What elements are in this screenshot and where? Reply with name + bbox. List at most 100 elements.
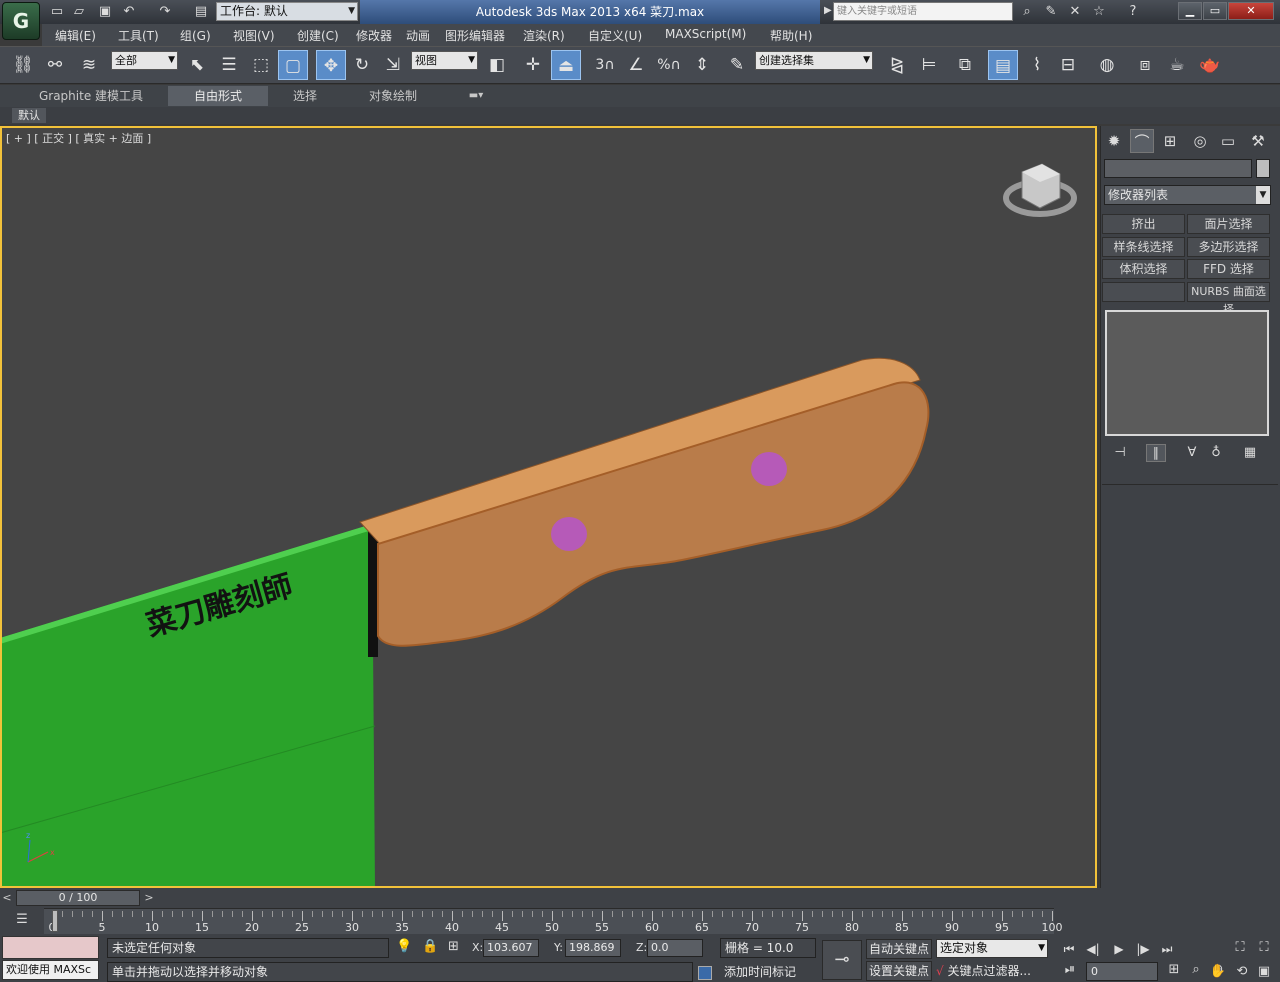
tab-graphite[interactable]: Graphite 建模工具 <box>28 86 154 106</box>
zoom-extents-icon[interactable]: ⛶ <box>1230 938 1250 958</box>
workspace-dropdown[interactable]: 工作台: 默认 ▼ <box>216 2 358 21</box>
object-color-swatch[interactable] <box>1256 159 1270 178</box>
rectangular-selection-icon[interactable]: ⬚ <box>246 50 276 80</box>
manipulate-icon[interactable]: ✛ <box>518 50 548 80</box>
zoom-icon[interactable]: ⌕ <box>1186 960 1206 980</box>
material-editor-icon[interactable]: ◍ <box>1092 50 1122 80</box>
go-to-start-icon[interactable]: ⏮ <box>1060 940 1078 958</box>
remove-modifier-icon[interactable]: ♁ <box>1206 444 1226 462</box>
display-icon[interactable]: ▭ <box>1216 129 1240 153</box>
configure-modifier-sets-icon[interactable]: ▦ <box>1240 444 1260 462</box>
previous-frame-icon[interactable]: ◀| <box>1084 940 1102 958</box>
vol-select-button[interactable]: 体积选择 <box>1102 259 1185 279</box>
nurbs-select-button[interactable]: NURBS 曲面选择 <box>1187 282 1270 316</box>
graphite-toggle-icon[interactable]: ▤ <box>988 50 1018 80</box>
rendered-frame-window-icon[interactable]: ☕ <box>1162 50 1192 80</box>
undo-icon[interactable]: ↶ <box>120 3 138 21</box>
menu-animation[interactable]: 动画 <box>406 27 430 44</box>
menu-help[interactable]: 帮助(H) <box>770 27 812 44</box>
key-icon[interactable]: ⊸ <box>822 940 862 980</box>
auto-key-button[interactable]: 自动关键点 <box>866 939 932 959</box>
modifier-stack[interactable] <box>1105 310 1269 436</box>
extrude-button[interactable]: 挤出 <box>1102 214 1185 234</box>
make-unique-icon[interactable]: ∀ <box>1182 444 1202 462</box>
maximize-viewport-icon[interactable]: ▣ <box>1254 962 1274 982</box>
x-coord-field[interactable]: 103.607 <box>483 939 539 957</box>
pin-stack-icon[interactable]: ⊣ <box>1110 444 1130 462</box>
window-crossing-icon[interactable]: ▢ <box>278 50 308 80</box>
prev-frame-arrow-icon[interactable]: < <box>0 890 14 906</box>
redo-icon[interactable]: ↷ <box>156 3 174 21</box>
select-and-scale-icon[interactable]: ⇲ <box>378 50 408 80</box>
y-coord-field[interactable]: 198.869 <box>565 939 621 957</box>
hierarchy-icon[interactable]: ⊞ <box>1158 129 1182 153</box>
absolute-mode-icon[interactable]: ⊞ <box>448 939 459 954</box>
spline-select-button[interactable]: 样条线选择 <box>1102 237 1185 257</box>
menu-group[interactable]: 组(G) <box>180 27 211 44</box>
help-icon[interactable]: ? <box>1124 3 1142 21</box>
time-slider[interactable]: 0 / 100 <box>16 890 140 906</box>
open-file-icon[interactable]: ▱ <box>70 3 88 21</box>
key-mode-toggle-icon[interactable]: ⏯ <box>1060 960 1080 980</box>
menu-customize[interactable]: 自定义(U) <box>588 27 642 44</box>
unlink-icon[interactable]: ⚯ <box>40 50 70 80</box>
tab-object-paint[interactable]: 对象绘制 <box>356 86 430 106</box>
viewport-perspective[interactable]: 菜刀雕刻師 x z <box>0 126 1097 888</box>
knife-blade[interactable] <box>2 524 375 886</box>
keyboard-shortcut-override-icon[interactable]: ⏏ <box>551 50 581 80</box>
timeline-ruler[interactable]: 0510152025303540455055606570758085909510… <box>44 908 1063 934</box>
ribbon-default-label[interactable]: 默认 <box>12 108 46 123</box>
schematic-view-icon[interactable]: ⊟ <box>1053 50 1083 80</box>
selection-filter-dropdown[interactable]: 全部 ▼ <box>111 51 178 70</box>
render-setup-icon[interactable]: ⧈ <box>1130 50 1160 80</box>
track-bar-toggle-icon[interactable]: ☰ <box>10 912 34 930</box>
viewport-label[interactable]: [ + ] [ 正交 ] [ 真实 + 边面 ] <box>6 130 151 146</box>
align-icon[interactable]: ⊨ <box>914 50 944 80</box>
search-input[interactable]: 键入关键字或短语 <box>833 2 1013 21</box>
show-end-result-icon[interactable]: ∥ <box>1146 444 1166 462</box>
layer-manager-icon[interactable]: ⧉ <box>950 50 980 80</box>
z-coord-field[interactable]: 0.0 <box>647 939 703 957</box>
time-configuration-icon[interactable]: ⊞ <box>1164 960 1184 980</box>
set-key-button[interactable]: 设置关键点 <box>866 961 932 981</box>
maxscript-mini-listener[interactable]: 欢迎使用 MAXSc <box>2 960 99 980</box>
orbit-icon[interactable]: ⟲ <box>1232 962 1252 982</box>
motion-icon[interactable]: ◎ <box>1188 129 1212 153</box>
utilities-icon[interactable]: ⚒ <box>1246 129 1270 153</box>
link-icon[interactable]: ⛓ <box>8 50 38 80</box>
expand-arrow-icon[interactable]: ▶ <box>824 5 832 16</box>
app-menu-button[interactable]: G <box>2 2 40 40</box>
select-by-name-icon[interactable]: ☰ <box>214 50 244 80</box>
menu-graph-editors[interactable]: 图形编辑器 <box>445 27 505 44</box>
menu-create[interactable]: 创建(C) <box>297 27 339 44</box>
menu-maxscript[interactable]: MAXScript(M) <box>665 27 746 41</box>
create-icon[interactable]: ✹ <box>1102 129 1126 153</box>
add-time-tag[interactable]: 添加时间标记 <box>720 962 820 982</box>
save-icon[interactable]: ▣ <box>96 3 114 21</box>
select-and-rotate-icon[interactable]: ↻ <box>347 50 377 80</box>
mirror-icon[interactable]: ⧎ <box>882 50 912 80</box>
timeline-playhead[interactable] <box>52 910 58 932</box>
tab-freeform[interactable]: 自由形式 <box>168 86 268 106</box>
key-filters-button[interactable]: √ 关键点过滤器... <box>936 962 1048 981</box>
restore-button[interactable]: ▭ <box>1203 2 1227 20</box>
maxscript-listener[interactable] <box>2 936 99 959</box>
poly-select-button[interactable]: 多边形选择 <box>1187 237 1270 257</box>
modifier-list-dropdown[interactable]: 修改器列表 ▼ <box>1104 185 1271 205</box>
snaps-toggle-icon[interactable]: 3∩ <box>590 50 620 80</box>
curve-editor-icon[interactable]: ⌇ <box>1022 50 1052 80</box>
menu-rendering[interactable]: 渲染(R) <box>523 27 565 44</box>
ribbon-options-icon[interactable]: ▬▾ <box>462 86 490 106</box>
favorites-star-icon[interactable]: ☆ <box>1090 3 1108 21</box>
menu-tools[interactable]: 工具(T) <box>118 27 159 44</box>
edit-named-selection-icon[interactable]: ✎ <box>722 50 752 80</box>
key-mode-dropdown[interactable]: 选定对象 ▼ <box>936 939 1048 958</box>
binoculars-icon[interactable]: ⌕ <box>1018 3 1036 21</box>
current-frame-field[interactable]: 0 <box>1086 962 1158 981</box>
named-selection-dropdown[interactable]: 创建选择集 ▼ <box>755 51 873 70</box>
percent-snap-icon[interactable]: %∩ <box>654 50 684 80</box>
pivot-center-icon[interactable]: ◧ <box>482 50 512 80</box>
isolate-selection-icon[interactable]: 💡 <box>396 939 412 954</box>
next-frame-arrow-icon[interactable]: > <box>142 890 156 906</box>
object-name-field[interactable] <box>1104 159 1252 178</box>
